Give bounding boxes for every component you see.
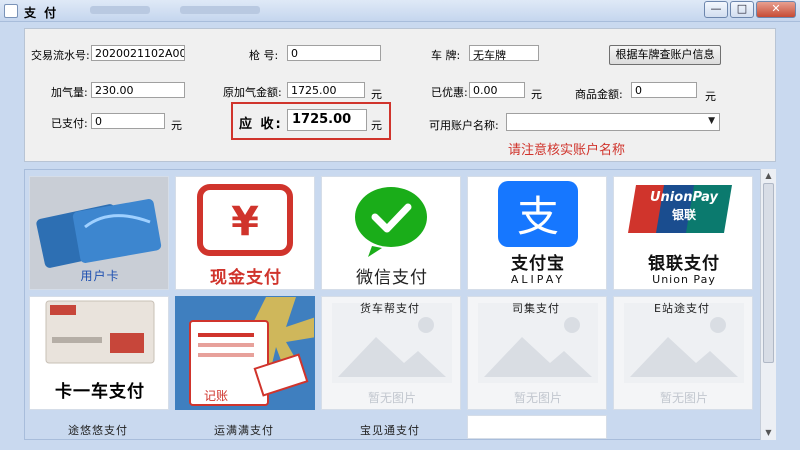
unionpay-tile[interactable]: UnionPay 银联 银联支付 Union Pay xyxy=(613,176,753,290)
credit-pay-tile[interactable]: 记账 xyxy=(175,296,315,410)
placeholder-text: 暂无图片 xyxy=(659,391,708,405)
wechat-pay-tile[interactable]: 微信支付 xyxy=(321,176,461,290)
scroll-up-icon[interactable]: ▲ xyxy=(761,169,776,183)
serial-label: 交易流水号: xyxy=(31,49,90,62)
alipay-caption: 支付宝 xyxy=(511,254,565,274)
goods-field[interactable]: 0 xyxy=(631,82,697,98)
discount-unit: 元 xyxy=(531,88,542,101)
label-baojiantong-pay: 宝见通支付 xyxy=(360,424,420,437)
label-tuyouyou-pay: 途悠悠支付 xyxy=(68,424,128,437)
label-e-zhantu-pay: E站途支付 xyxy=(654,302,710,315)
account-select[interactable]: ▼ xyxy=(506,113,720,131)
serial-field[interactable]: 2020021102A00 xyxy=(91,45,185,61)
cash-pay-tile[interactable]: ¥ 现金支付 xyxy=(175,176,315,290)
placeholder-text: 暂无图片 xyxy=(367,391,416,405)
scroll-down-icon[interactable]: ▼ xyxy=(761,426,776,440)
user-card-caption: 用户卡 xyxy=(80,269,120,283)
kayiche-pay-tile[interactable]: 卡一车支付 xyxy=(29,296,169,410)
paid-field[interactable]: 0 xyxy=(91,113,165,129)
goods-unit: 元 xyxy=(705,90,716,103)
close-button[interactable]: ✕ xyxy=(756,1,796,18)
discount-label: 已优惠: xyxy=(431,86,468,99)
plate-field[interactable]: 无车牌 xyxy=(469,45,539,61)
account-label: 可用账户名称: xyxy=(429,119,499,132)
amount-due-label: 应 收: xyxy=(239,117,283,132)
vertical-scrollbar[interactable]: ▲ ▼ xyxy=(760,169,776,440)
orig-amount-field[interactable]: 1725.00 xyxy=(287,82,365,98)
svg-text:支: 支 xyxy=(517,192,559,241)
label-yunmanman-pay: 运满满支付 xyxy=(214,424,274,437)
verify-warning: 请注意核实账户名称 xyxy=(508,143,626,158)
alipay-tile[interactable]: 支 支付宝 ALIPAY xyxy=(467,176,607,290)
paid-unit: 元 xyxy=(171,119,182,132)
scroll-thumb[interactable] xyxy=(763,183,774,363)
unionpay-brand-cn: 银联 xyxy=(671,208,696,222)
title-bar: 支 付 — □ ✕ xyxy=(0,0,800,22)
plate-label: 车 牌: xyxy=(431,49,461,62)
blurred-tab xyxy=(180,6,260,14)
credit-pay-caption: 记账 xyxy=(204,389,229,403)
unionpay-sub: Union Pay xyxy=(652,273,716,286)
gun-label: 枪 号: xyxy=(249,49,279,62)
alipay-sub: ALIPAY xyxy=(510,273,566,286)
baojiantong-pay-tile[interactable] xyxy=(467,415,607,439)
ledger-icon xyxy=(176,297,314,409)
gas-label: 加气量: xyxy=(51,86,88,99)
app-icon xyxy=(4,4,18,18)
chevron-down-icon: ▼ xyxy=(708,116,715,126)
query-account-button[interactable]: 根据车牌查账户信息 xyxy=(609,45,721,65)
paid-label: 已支付: xyxy=(51,117,88,130)
amount-due-unit: 元 xyxy=(371,119,382,132)
user-card-tile[interactable]: 用户卡 xyxy=(29,176,169,290)
svg-text:¥: ¥ xyxy=(231,199,259,245)
orig-amount-label: 原加气金额: xyxy=(223,86,282,99)
blurred-tab xyxy=(90,6,150,14)
maximize-button[interactable]: □ xyxy=(730,1,754,18)
gun-field[interactable]: 0 xyxy=(287,45,381,61)
wechat-pay-caption: 微信支付 xyxy=(356,268,428,288)
unionpay-caption: 银联支付 xyxy=(648,254,720,274)
cash-pay-caption: 现金支付 xyxy=(210,268,282,288)
kayiche-pay-caption: 卡一车支付 xyxy=(55,382,145,402)
amount-due-field[interactable]: 1725.00 xyxy=(287,109,367,131)
unionpay-brand: UnionPay xyxy=(650,190,718,205)
placeholder-text: 暂无图片 xyxy=(513,391,562,405)
payment-form: 交易流水号: 2020021102A00 枪 号: 0 车 牌: 无车牌 根据车… xyxy=(24,28,776,162)
window-title: 支 付 xyxy=(24,6,59,20)
label-huochebang-pay: 货车帮支付 xyxy=(360,302,420,315)
goods-label: 商品金额: xyxy=(575,88,623,101)
minimize-button[interactable]: — xyxy=(704,1,728,18)
gas-field[interactable]: 230.00 xyxy=(91,82,185,98)
label-siji-pay: 司集支付 xyxy=(512,302,560,315)
orig-amount-unit: 元 xyxy=(371,88,382,101)
discount-field[interactable]: 0.00 xyxy=(469,82,525,98)
